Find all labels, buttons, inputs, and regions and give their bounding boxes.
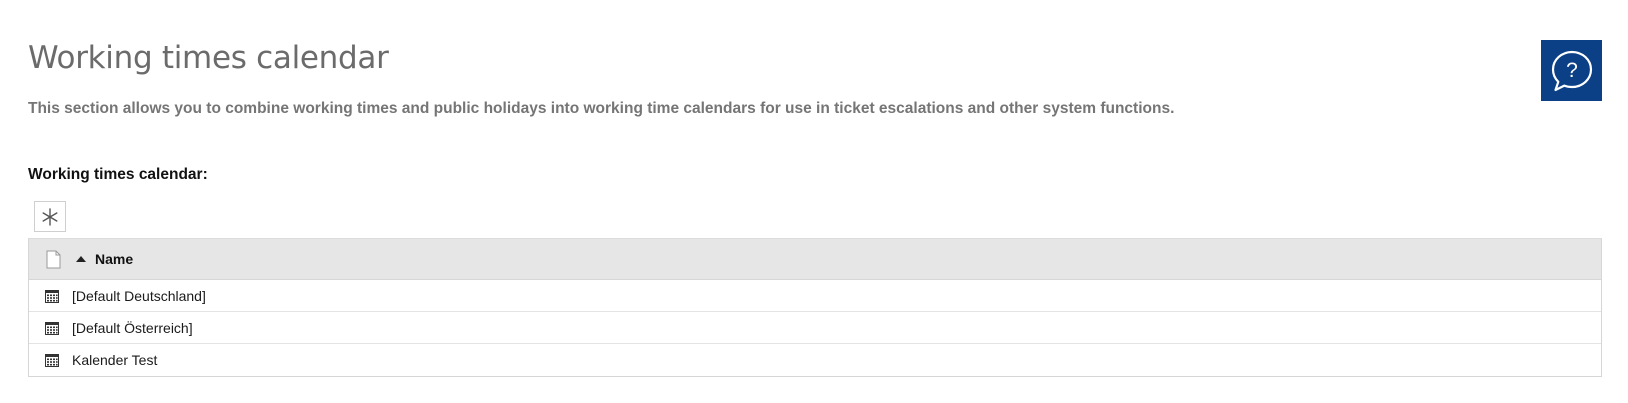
asterisk-icon [42, 207, 58, 226]
page-description: This section allows you to combine worki… [28, 100, 1175, 117]
table-row[interactable]: [Default Deutschland] [29, 280, 1601, 312]
help-button[interactable]: ? [1541, 40, 1602, 101]
grid-header: Name [29, 239, 1601, 280]
section-label: Working times calendar: [28, 166, 208, 183]
add-calendar-button[interactable] [34, 201, 66, 232]
row-name: [Default Österreich] [72, 319, 193, 336]
calendar-icon [45, 321, 59, 335]
calendar-icon [45, 289, 59, 303]
table-row[interactable]: [Default Österreich] [29, 312, 1601, 344]
calendar-grid: Name [Default Deutschland] [Default Öste… [28, 238, 1602, 377]
svg-text:?: ? [1566, 59, 1578, 82]
page-title: Working times calendar [28, 40, 389, 76]
calendar-icon [45, 353, 59, 367]
sort-ascending-icon[interactable] [75, 253, 87, 265]
row-name: Kalender Test [72, 352, 158, 368]
help-chat-icon: ? [1551, 50, 1592, 91]
table-row[interactable]: Kalender Test [29, 344, 1601, 376]
column-header-name[interactable]: Name [95, 251, 133, 267]
document-icon[interactable] [46, 250, 61, 269]
row-name: [Default Deutschland] [72, 287, 206, 304]
